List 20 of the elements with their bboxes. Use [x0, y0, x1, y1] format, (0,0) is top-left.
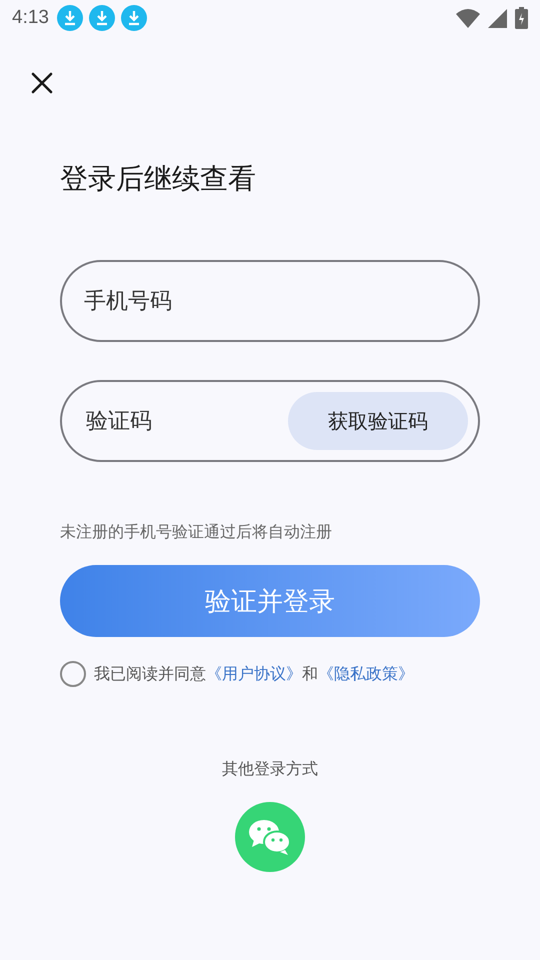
close-icon: [31, 72, 53, 94]
login-button[interactable]: 验证并登录: [60, 565, 480, 637]
privacy-policy-link[interactable]: 《隐私政策》: [318, 664, 414, 682]
register-hint: 未注册的手机号验证通过后将自动注册: [60, 522, 333, 543]
battery-icon: [515, 7, 528, 29]
download-icon: [120, 5, 147, 31]
user-agreement-link[interactable]: 《用户协议》: [206, 664, 302, 682]
agreement-text: 我已阅读并同意《用户协议》和《隐私政策》: [94, 664, 414, 684]
phone-field[interactable]: 手机号码: [60, 260, 480, 342]
download-icon: [88, 5, 115, 31]
get-code-button[interactable]: 获取验证码: [288, 392, 468, 450]
other-login-label: 其他登录方式: [221, 759, 319, 780]
page-title: 登录后继续查看: [60, 161, 257, 197]
signal-icon: [488, 8, 507, 28]
wifi-icon: [456, 8, 480, 28]
agree-checkbox[interactable]: [60, 661, 86, 687]
chat-bubbles-icon: [248, 819, 292, 855]
status-time: 4:13: [12, 7, 49, 29]
download-icon: [56, 5, 83, 31]
code-input[interactable]: 验证码: [84, 408, 288, 434]
